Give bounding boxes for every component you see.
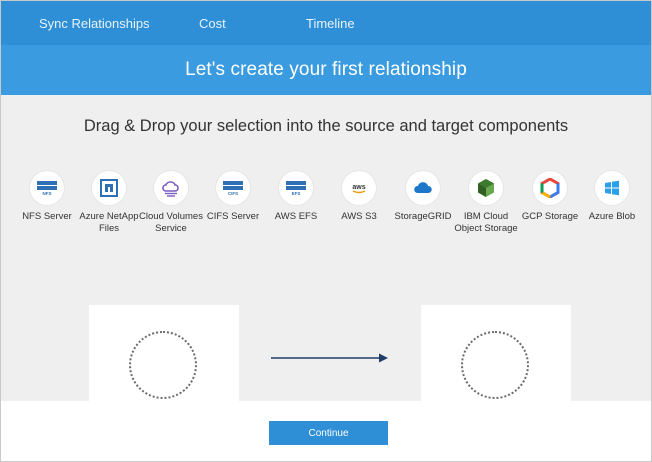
continue-button[interactable]: Continue xyxy=(269,421,388,445)
component-label: StorageGRID xyxy=(394,211,452,222)
svg-text:CIFS: CIFS xyxy=(228,191,238,196)
component-azure-blob[interactable]: Azure Blob xyxy=(578,171,646,223)
component-label: IBM Cloud Object Storage xyxy=(454,211,518,234)
component-ibm-cloud-object-storage[interactable]: IBM Cloud Object Storage xyxy=(452,171,520,235)
component-label: Cloud Volumes Service xyxy=(139,211,203,234)
component-label: Azure NetApp Files xyxy=(79,211,139,234)
component-label: AWS EFS xyxy=(274,211,318,222)
app-frame: Sync Relationships Cost Timeline Let's c… xyxy=(0,0,652,462)
source-drop-zone[interactable] xyxy=(89,305,239,413)
azure-blob-icon xyxy=(595,171,629,205)
gcp-storage-icon xyxy=(533,171,567,205)
storagegrid-icon xyxy=(406,171,440,205)
component-palette: NFS NFS Server Azure NetApp Files Cloud … xyxy=(1,171,651,271)
source-drop-target xyxy=(129,331,197,399)
target-drop-zone[interactable] xyxy=(421,305,571,413)
nfs-server-icon: NFS xyxy=(30,171,64,205)
component-label: AWS S3 xyxy=(341,211,377,222)
aws-efs-icon: EFS xyxy=(279,171,313,205)
component-cloud-volumes-service[interactable]: Cloud Volumes Service xyxy=(137,171,205,235)
top-navigation: Sync Relationships Cost Timeline xyxy=(1,1,651,45)
component-cifs-server[interactable]: CIFS CIFS Server xyxy=(199,171,267,223)
component-aws-s3[interactable]: aws AWS S3 xyxy=(325,171,393,223)
svg-text:NFS: NFS xyxy=(43,191,52,196)
aws-s3-icon: aws xyxy=(342,171,376,205)
component-label: NFS Server xyxy=(22,211,72,222)
cloud-volumes-service-icon xyxy=(154,171,188,205)
component-nfs-server[interactable]: NFS NFS Server xyxy=(13,171,81,223)
drag-drop-instruction: Drag & Drop your selection into the sour… xyxy=(83,117,569,135)
component-gcp-storage[interactable]: GCP Storage xyxy=(516,171,584,223)
ibm-cloud-object-storage-icon xyxy=(469,171,503,205)
nav-sync-relationships[interactable]: Sync Relationships xyxy=(39,16,150,31)
azure-netapp-files-icon xyxy=(92,171,126,205)
component-label: GCP Storage xyxy=(521,211,579,222)
component-label: Azure Blob xyxy=(588,211,636,222)
relationship-builder: Drag & Drop your selection into the sour… xyxy=(1,95,651,413)
target-drop-target xyxy=(461,331,529,399)
component-label: CIFS Server xyxy=(206,211,260,222)
svg-text:aws: aws xyxy=(352,184,365,191)
component-azure-netapp-files[interactable]: Azure NetApp Files xyxy=(75,171,143,235)
nav-cost[interactable]: Cost xyxy=(199,16,226,31)
arrow-right-icon xyxy=(271,353,388,363)
component-storagegrid[interactable]: StorageGRID xyxy=(389,171,457,223)
component-aws-efs[interactable]: EFS AWS EFS xyxy=(262,171,330,223)
cifs-server-icon: CIFS xyxy=(216,171,250,205)
nav-timeline[interactable]: Timeline xyxy=(306,16,355,31)
svg-text:EFS: EFS xyxy=(292,191,301,196)
page-title: Let's create your first relationship xyxy=(185,59,467,80)
header-banner: Let's create your first relationship xyxy=(1,45,651,95)
footer-bar: Continue xyxy=(1,401,651,461)
